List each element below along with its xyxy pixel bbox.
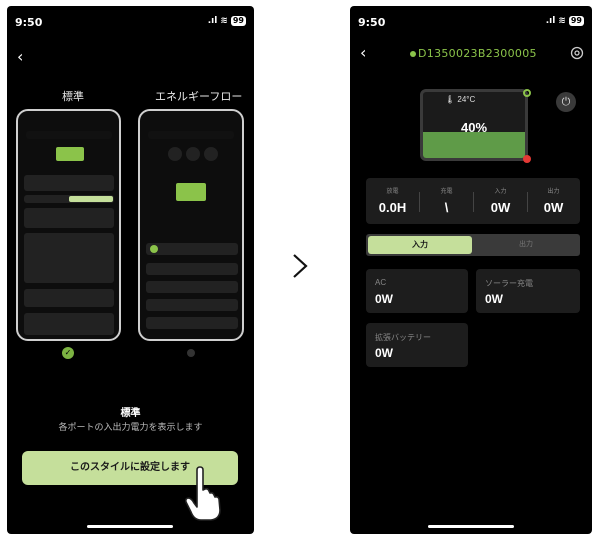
settings-icon[interactable] xyxy=(570,46,584,60)
chevron-right-icon xyxy=(293,254,308,278)
battery-icon: 99 xyxy=(568,16,584,26)
port-value: 0W xyxy=(375,346,393,360)
preview-list-row xyxy=(146,281,238,293)
preview-node xyxy=(186,147,200,161)
stat-label: 入力 xyxy=(494,189,507,195)
battery-percent: 40% xyxy=(460,120,488,135)
port-label: ソーラー充電 xyxy=(485,279,533,288)
wifi-icon: ≋ xyxy=(558,16,566,26)
device-dashboard-screen: 9:50 .ıl ≋ 99 ‹ D1350023B2300005 🌡 24°C … xyxy=(350,6,592,534)
preview-node xyxy=(204,147,218,161)
status-bar: 9:50 .ıl ≋ 99 xyxy=(350,16,592,30)
power-station-graphic: 🌡 24°C 40% xyxy=(420,89,528,161)
input-indicator xyxy=(523,89,531,97)
device-name-text: D1350023B2300005 xyxy=(418,47,537,60)
home-indicator xyxy=(87,525,173,528)
preview-port-row xyxy=(24,289,114,307)
port-label: 拡張バッテリー xyxy=(375,333,431,342)
port-value: 0W xyxy=(375,292,393,306)
preview-toggle xyxy=(150,245,158,253)
stat-label: 出力 xyxy=(547,189,560,195)
option-standard-label: 標準 xyxy=(62,91,84,103)
stat-value: 0W xyxy=(490,200,511,215)
energy-flow-style-preview[interactable] xyxy=(138,109,244,341)
selected-style-title: 標準 xyxy=(120,408,141,419)
device-name: D1350023B2300005 xyxy=(410,47,537,60)
stats-panel: 放電 0.0H 充電 \ 入力 0W 出力 0W xyxy=(366,178,580,224)
preview-port-grid xyxy=(24,233,114,283)
wifi-icon: ≋ xyxy=(220,16,228,26)
port-value: 0W xyxy=(485,292,503,306)
temperature-value: 24°C xyxy=(457,95,476,104)
preview-battery xyxy=(56,147,84,161)
temperature-readout: 🌡 24°C xyxy=(445,95,476,104)
back-button[interactable]: ‹ xyxy=(17,47,23,66)
battery-icon: 99 xyxy=(230,16,246,26)
signal-icon: .ıl xyxy=(545,16,556,26)
option-flow-label: エネルギーフロー xyxy=(155,91,243,103)
preview-header xyxy=(26,131,112,139)
home-indicator xyxy=(428,525,514,528)
stat-label: 放電 xyxy=(386,189,399,195)
preview-node xyxy=(168,147,182,161)
preview-battery xyxy=(176,183,206,201)
preview-stats xyxy=(24,175,114,191)
preview-list-row xyxy=(146,243,238,255)
screenshot-canvas: 9:50 .ıl ≋ 99 ‹ 標準 エネルギーフロー ✓ 標準 各ポートの入出… xyxy=(0,0,593,534)
tap-hand-cursor-icon xyxy=(185,466,221,521)
preview-port-row xyxy=(24,208,114,228)
status-bar: 9:50 .ıl ≋ 99 xyxy=(7,16,254,30)
signal-icon: .ıl xyxy=(207,16,218,26)
stat-value: 0W xyxy=(543,200,564,215)
power-button[interactable]: ⏻ xyxy=(556,92,576,112)
stat-value: 0.0H xyxy=(378,200,407,215)
standard-style-preview[interactable] xyxy=(16,109,121,341)
stat-value: \ xyxy=(444,200,449,215)
port-card-solar[interactable]: ソーラー充電 0W xyxy=(476,269,580,313)
selected-style-description: 各ポートの入出力電力を表示します xyxy=(58,422,203,432)
flow-unselected-radio[interactable] xyxy=(187,349,195,357)
preview-list-row xyxy=(146,299,238,311)
output-indicator xyxy=(523,155,531,163)
tab-output[interactable]: 出力 xyxy=(474,236,578,254)
preview-tab-active xyxy=(69,196,113,202)
battery-level-fill xyxy=(423,131,525,158)
status-indicators: .ıl ≋ 99 xyxy=(208,16,246,26)
port-card-extra-battery[interactable]: 拡張バッテリー 0W xyxy=(366,323,468,367)
preview-header xyxy=(148,131,234,139)
stat-label: 充電 xyxy=(440,189,453,195)
input-output-toggle: 入力 出力 xyxy=(366,234,580,256)
standard-selected-check-icon[interactable]: ✓ xyxy=(62,347,74,359)
port-label: AC xyxy=(375,278,387,287)
style-selection-screen: 9:50 .ıl ≋ 99 ‹ 標準 エネルギーフロー ✓ 標準 各ポートの入出… xyxy=(7,6,254,534)
status-time: 9:50 xyxy=(15,16,43,29)
tab-input[interactable]: 入力 xyxy=(368,236,472,254)
preview-list-row xyxy=(146,317,238,329)
port-card-ac[interactable]: AC 0W xyxy=(366,269,468,313)
preview-port-row xyxy=(24,313,114,335)
online-status-dot xyxy=(410,51,416,57)
status-indicators: .ıl ≋ 99 xyxy=(546,16,584,26)
back-button[interactable]: ‹ xyxy=(360,43,366,62)
preview-list-row xyxy=(146,263,238,275)
status-time: 9:50 xyxy=(358,16,386,29)
